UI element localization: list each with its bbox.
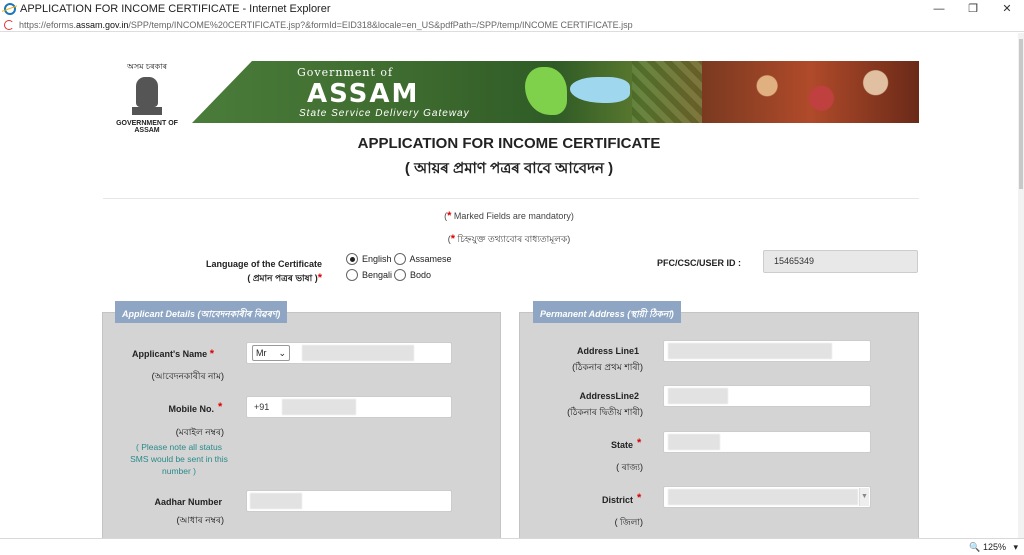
radio-icon[interactable] [393,253,406,265]
minimize-button[interactable]: — [922,0,956,18]
vertical-scrollbar[interactable] [1018,33,1024,538]
url-path: /SPP/temp/INCOME%20CERTIFICATE.jsp?&form… [128,19,633,30]
language-radio-group: English Assamese Bengali Bodo [346,251,454,283]
required-star: * [447,210,452,222]
radio-icon[interactable] [346,269,358,281]
banner-government-of: Government of [297,66,394,79]
internet-explorer-icon [4,3,16,15]
restore-button[interactable]: ❐ [956,0,990,18]
india-map-icon [525,67,567,115]
assam-map-icon [570,77,630,103]
applicant-details-tab: Applicant Details (আবেদনকাৰীৰ বিৱৰণ) [115,301,288,323]
address-line2-label: AddressLine2 [579,391,639,401]
district-sub: ( জিলা) [614,517,643,527]
redacted-address2 [668,388,728,404]
mobile-label: Mobile No. [168,404,215,414]
mandatory-note-bengali: (* চিহ্নযুক্ত তথ্যাবোৰ বাধ্যতামূলক) [447,233,571,245]
radio-assamese[interactable]: Assamese [393,253,452,265]
required-star: * [450,233,455,245]
url-prefix: https://eforms. [19,19,77,30]
window-controls: — ❐ ✕ [922,0,1024,18]
divider [103,198,919,199]
aadhar-label: Aadhar Number [154,497,222,507]
redacted-aadhar [250,493,302,509]
banner-ssdg: State Service Delivery Gateway [299,108,470,119]
national-emblem-icon [130,75,164,119]
form-title-english: APPLICATION FOR INCOME CERTIFICATE [357,135,661,152]
district-label: District [601,495,633,505]
emblem-caption-english: GOVERNMENT OF ASSAM [116,120,178,134]
emblem-caption-assamese: অসম চৰকাৰ [126,62,168,71]
state-sub: ( ৰাজ্য) [616,462,643,472]
redacted-district [668,489,858,505]
language-label: Language of the Certificate ( প্ৰমান পত্… [205,259,322,284]
banner-pattern [632,61,702,123]
redacted-name [302,345,414,361]
window-titlebar: APPLICATION FOR INCOME CERTIFICATE - Int… [0,0,1024,18]
required-star: * [218,401,223,413]
redacted-address1 [668,343,832,359]
applicant-name-label: Applicant's Name * [132,348,214,360]
redacted-state [668,434,720,450]
mobile-sub: (মবাইল নম্বৰ) [175,427,224,437]
url-host: assam.gov.in [76,19,129,30]
loading-icon [4,19,14,30]
assam-emblem-block: অসম চৰকাৰ GOVERNMENT OF ASSAM [103,61,191,134]
bihu-dancers-image [702,61,919,123]
window-title: APPLICATION FOR INCOME CERTIFICATE - Int… [20,3,331,15]
chevron-down-icon[interactable]: ▼ [859,488,869,506]
salutation-select[interactable]: Mr ⌄ [252,345,290,361]
permanent-address-tab: Permanent Address (স্থায়ী ঠিকনা) [533,301,681,323]
banner-assam: ASSAM [307,79,420,109]
header-banner: Government of ASSAM State Service Delive… [192,61,919,123]
pfc-label: PFC/CSC/USER ID : [657,258,742,268]
required-star: * [637,492,642,504]
mobile-prefix: +91 [254,402,270,412]
chevron-down-icon[interactable]: ▾ [1013,542,1018,553]
radio-english[interactable]: English [346,253,392,265]
chevron-down-icon: ⌄ [278,347,286,358]
scrollbar-thumb[interactable] [1019,39,1023,189]
state-label: State [610,440,633,450]
redacted-mobile [282,399,356,415]
address-bar[interactable]: https://eforms. assam.gov.in/SPP/temp/INC… [0,18,1024,32]
address-line2-sub: (ঠিকনাৰ দ্বিতীয় শাৰী) [567,407,643,417]
aadhar-sub: (আধাৰ নম্বৰ) [176,515,224,525]
address-line1-sub: (ঠিকনাৰ প্ৰথম শাৰী) [572,362,643,372]
zoom-level[interactable]: 🔍 125% [969,542,1006,553]
banner-white-band [192,61,252,123]
status-bar: 🔍 125% ▾ [0,538,1024,555]
radio-bodo[interactable]: Bodo [394,269,431,281]
close-button[interactable]: ✕ [990,0,1024,18]
sms-note: ( Please note all status SMS would be se… [130,442,228,476]
radio-icon[interactable] [394,269,407,281]
radio-bengali[interactable]: Bengali [346,269,392,281]
applicant-name-sub: (আবেদনকাৰীৰ নাম) [151,371,224,381]
pfc-user-id-field: 15465349 [763,250,918,273]
radio-selected-icon[interactable] [346,253,358,265]
required-star: * [637,437,642,449]
page-content: অসম চৰকাৰ GOVERNMENT OF ASSAM Government… [0,33,1018,538]
address-line1-label: Address Line1 [576,346,639,356]
mandatory-note-english: (* Marked Fields are mandatory) [444,210,574,222]
form-title-bengali: ( আয়ৰ প্ৰমাণ পত্ৰৰ বাবে আবেদন ) [404,160,614,177]
